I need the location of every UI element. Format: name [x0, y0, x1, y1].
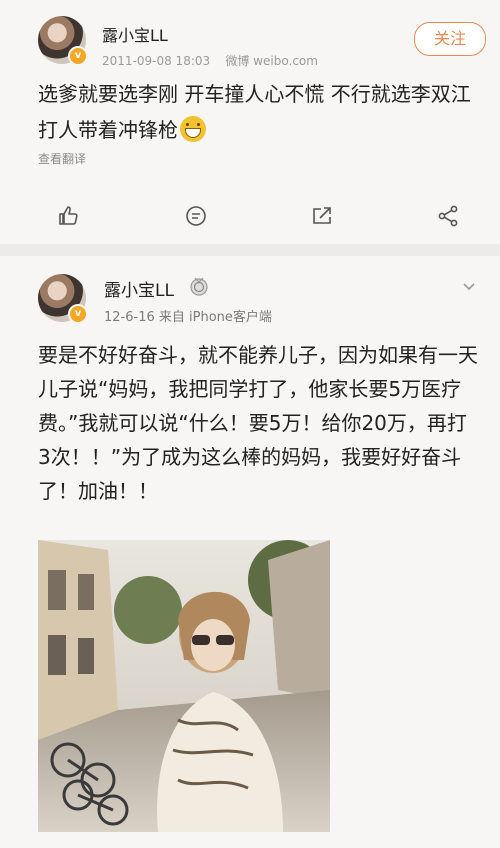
post-text-body: 选爹就要选李刚 开车撞人心不慌 不行就选李双江 打人带着冲锋枪 — [38, 82, 471, 142]
post-text: 选爹就要选李刚 开车撞人心不慌 不行就选李双江 打人带着冲锋枪 — [38, 76, 478, 148]
post-meta: 12-6-16 来自 iPhone客户端 — [104, 310, 272, 325]
avatar[interactable]: v — [38, 16, 88, 66]
post-source: 微博 weibo.com — [225, 54, 318, 68]
post-card-1: v 露小宝LL 2011-09-08 18:03 微博 weibo.com 关注… — [0, 0, 500, 244]
post-meta: 2011-09-08 18:03 微博 weibo.com — [102, 52, 318, 69]
share-icon[interactable] — [436, 204, 460, 228]
verified-badge-icon: v — [68, 46, 88, 66]
like-icon[interactable] — [56, 204, 80, 228]
post-date: 2011-09-08 18:03 — [102, 54, 211, 68]
vip-medal-icon — [190, 277, 208, 296]
user-name[interactable]: 露小宝LL — [102, 22, 168, 46]
translate-link[interactable]: 查看翻译 — [38, 150, 86, 167]
chevron-down-icon[interactable] — [462, 280, 476, 294]
post-photo[interactable] — [38, 540, 330, 832]
post-text: 要是不好好奋斗，就不能养儿子，因为如果有一天儿子说“妈妈，我把同学打了，他家长要… — [38, 343, 478, 503]
repost-icon[interactable] — [310, 204, 334, 228]
post-card-2: v 露小宝LL 12-6-16 来自 iPhone客户端 要是不好好奋斗，就不能… — [0, 256, 500, 848]
grinning-face-icon — [180, 116, 206, 142]
verified-badge-icon: v — [68, 304, 88, 324]
follow-button[interactable]: 关注 — [414, 22, 486, 56]
comment-icon[interactable] — [184, 204, 208, 228]
avatar[interactable]: v — [38, 274, 88, 324]
user-name[interactable]: 露小宝LL — [104, 276, 174, 301]
action-bar — [0, 196, 500, 236]
